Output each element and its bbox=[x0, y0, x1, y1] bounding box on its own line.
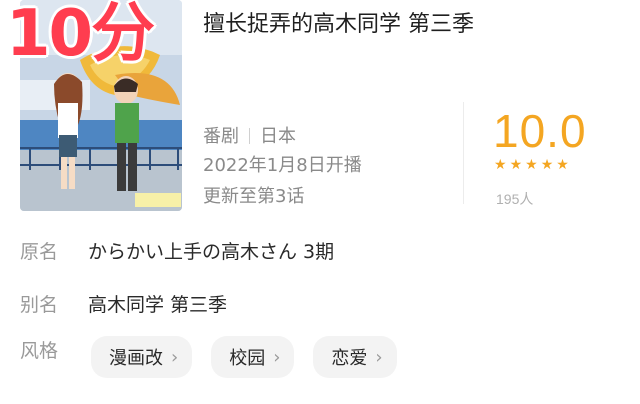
score-overlay-text: 10分 bbox=[6, 0, 155, 71]
alias-label: 别名 bbox=[20, 294, 59, 316]
tag-school[interactable]: 校园 › bbox=[211, 336, 295, 378]
meta-separator bbox=[249, 128, 250, 144]
style-tags: 漫画改 › 校园 › 恋爱 › bbox=[91, 336, 397, 378]
original-name-value: からかい上手の高木さん 3期 bbox=[88, 241, 335, 263]
anime-title: 擅长捉弄的高木同学 第三季 bbox=[203, 12, 474, 37]
meta-region: 日本 bbox=[260, 126, 296, 147]
star-icon: ★ bbox=[494, 157, 507, 173]
chevron-right-icon: › bbox=[171, 346, 179, 368]
chevron-right-icon: › bbox=[375, 346, 383, 368]
alias-row: 别名 高木同学 第三季 bbox=[20, 290, 227, 317]
star-icon: ★ bbox=[509, 157, 523, 173]
star-icon: ★ bbox=[540, 157, 554, 173]
original-name-row: 原名 からかい上手の高木さん 3期 bbox=[20, 237, 334, 264]
original-name-label: 原名 bbox=[20, 241, 59, 263]
rating-stars: ★ ★ ★ ★ ★ bbox=[494, 158, 569, 172]
style-row: 风格 bbox=[20, 336, 88, 363]
style-label: 风格 bbox=[20, 340, 59, 362]
meta-type-region: 番剧 日本 bbox=[203, 122, 296, 148]
meta-premiere: 2022年1月8日开播 bbox=[203, 155, 362, 176]
meta-type: 番剧 bbox=[203, 126, 239, 147]
alias-value: 高木同学 第三季 bbox=[88, 294, 228, 316]
star-icon: ★ bbox=[556, 157, 569, 173]
tag-label: 校园 bbox=[229, 348, 266, 369]
tag-romance[interactable]: 恋爱 › bbox=[313, 336, 397, 378]
tag-manga-adaptation[interactable]: 漫画改 › bbox=[91, 336, 193, 378]
rating-score[interactable]: 10.0 bbox=[493, 104, 587, 158]
tag-label: 漫画改 bbox=[109, 348, 163, 369]
tag-label: 恋爱 bbox=[331, 348, 368, 369]
chevron-right-icon: › bbox=[273, 346, 281, 368]
rating-divider bbox=[463, 102, 464, 204]
star-icon: ★ bbox=[525, 157, 538, 173]
meta-update: 更新至第3话 bbox=[203, 186, 305, 207]
rating-votes: 195人 bbox=[496, 191, 534, 207]
